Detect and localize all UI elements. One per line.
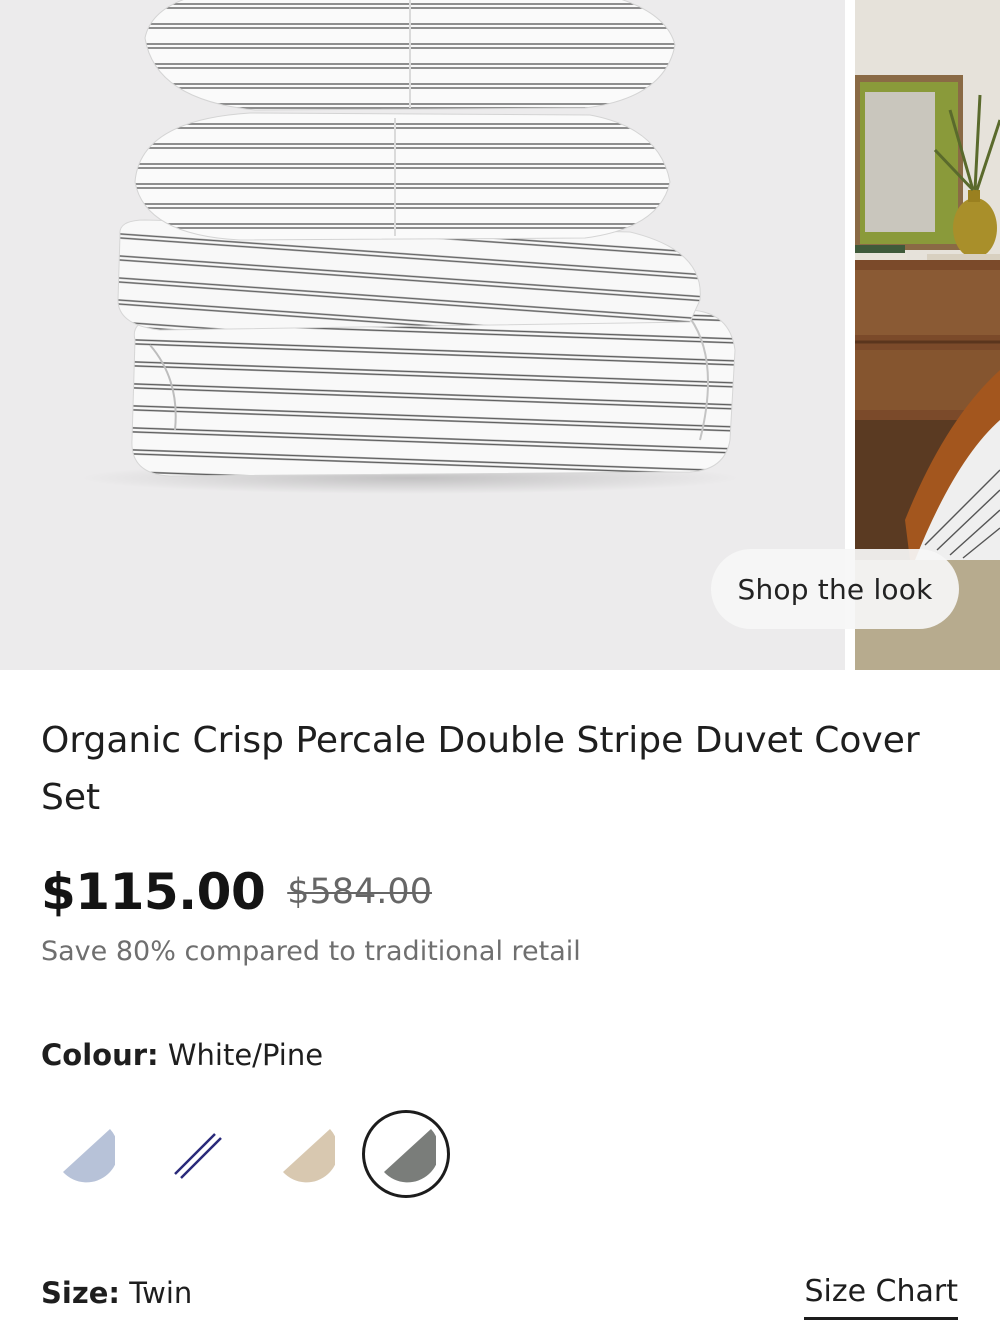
size-value: Twin <box>129 1276 193 1310</box>
swatch-light-blue[interactable] <box>41 1110 129 1198</box>
colour-selection-label: Colour: White/Pine <box>41 1038 323 1072</box>
swatch-sand-icon <box>283 1129 335 1183</box>
swatch-white-pine[interactable] <box>362 1110 450 1198</box>
swatch-light-blue-icon <box>63 1129 115 1183</box>
colour-swatches <box>41 1110 461 1200</box>
product-page: Shop the look Organic Crisp Percale Doub… <box>0 0 1000 1333</box>
swatch-white-pine-icon <box>384 1129 436 1183</box>
swatch-sand[interactable] <box>261 1110 349 1198</box>
swatch-navy-stripe-icon <box>174 1133 222 1179</box>
compare-price: $584.00 <box>287 872 432 912</box>
price-row: $115.00 $584.00 <box>41 857 432 927</box>
product-title: Organic Crisp Percale Double Stripe Duve… <box>41 720 920 818</box>
savings-note: Save 80% compared to traditional retail <box>41 936 581 967</box>
colour-value: White/Pine <box>167 1038 324 1072</box>
shop-the-look-button[interactable]: Shop the look <box>711 549 959 629</box>
image-gallery[interactable]: Shop the look <box>0 0 1000 670</box>
size-chart-link[interactable]: Size Chart <box>804 1274 958 1320</box>
size-selection-label: Size: Twin <box>41 1276 192 1310</box>
shop-the-look-label: Shop the look <box>737 572 933 606</box>
size-label: Size: <box>41 1276 120 1310</box>
swatch-navy-stripe[interactable] <box>151 1110 239 1198</box>
sale-price: $115.00 <box>41 863 266 921</box>
colour-label: Colour: <box>41 1038 159 1072</box>
